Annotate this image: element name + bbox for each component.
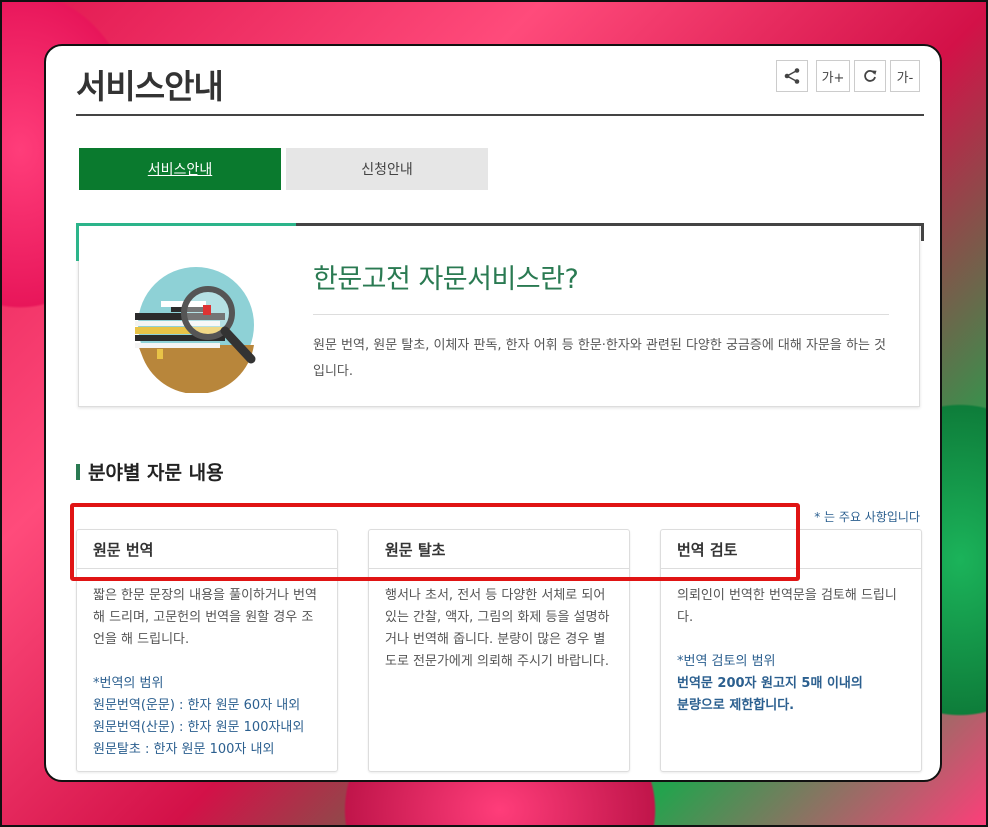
intro-description: 원문 번역, 원문 탈초, 이체자 판독, 한자 어휘 등 한문·한자와 관련된… [313, 338, 887, 379]
intro-top-border [296, 223, 924, 226]
title-divider [76, 114, 924, 116]
scope-line: 번역문 200자 원고지 5매 이내의 [677, 676, 863, 691]
field-card-transcription: 원문 탈초 행서나 초서, 전서 등 다양한 서체로 되어 있는 간찰, 액자,… [368, 529, 630, 772]
field-card-review: 번역 검토 의뢰인이 번역한 번역문을 검토해 드립니다. *번역 검토의 범위… [660, 529, 922, 772]
refresh-icon [864, 70, 877, 82]
share-icon [784, 68, 800, 84]
field-card-title: 원문 번역 [77, 530, 337, 569]
font-increase-button[interactable]: 가+ [816, 60, 850, 92]
section-title-text: 분야별 자문 내용 [88, 462, 224, 484]
page-title: 서비스안내 [76, 67, 224, 106]
intro-box: 한문고전 자문서비스란? 원문 번역, 원문 탈초, 이체자 판독, 한자 어휘… [76, 223, 924, 409]
tab-service-guide[interactable]: 서비스안내 [79, 148, 281, 190]
field-card-translation: 원문 번역 짧은 한문 문장의 내용을 풀이하거나 번역해 드리며, 고문헌의 … [76, 529, 338, 772]
font-decrease-button[interactable]: 가- [890, 60, 920, 92]
section-title: 분야별 자문 내용 [76, 458, 224, 485]
scope-line: 원문번역(산문) : 한자 원문 100자내외 [93, 720, 305, 735]
field-card-description: 짧은 한문 문장의 내용을 풀이하거나 번역해 드리며, 고문헌의 번역을 원할… [93, 588, 317, 647]
scope-line: 원문탈초 : 한자 원문 100자 내외 [93, 742, 275, 757]
field-card-body: 의뢰인이 번역한 번역문을 검토해 드립니다. *번역 검토의 범위 번역문 2… [661, 569, 921, 717]
scope-title: *번역 검토의 범위 [677, 654, 776, 669]
book-magnifier-icon [135, 267, 256, 393]
toolbar: 가+ 가- [776, 60, 920, 92]
field-card-title: 원문 탈초 [369, 530, 629, 569]
scope-line: 원문번역(운문) : 한자 원문 60자 내외 [93, 698, 301, 713]
intro-divider [313, 314, 889, 315]
refresh-button[interactable] [854, 60, 886, 92]
intro-left-accent [76, 223, 79, 261]
tab-application-guide[interactable]: 신청안내 [286, 148, 488, 190]
field-card-body: 짧은 한문 문장의 내용을 풀이하거나 번역해 드리며, 고문헌의 번역을 원할… [77, 569, 337, 761]
intro-accent-bar [76, 223, 296, 226]
intro-heading: 한문고전 자문서비스란? [313, 264, 579, 295]
section-marker [76, 463, 80, 480]
intro-right-accent [921, 223, 924, 241]
field-card-description: 의뢰인이 번역한 번역문을 검토해 드립니다. [677, 588, 897, 625]
share-button[interactable] [776, 60, 808, 92]
section-note: * 는 주요 사항입니다 [814, 510, 920, 524]
scope-line: 분량으로 제한합니다. [677, 698, 795, 713]
content-card: 서비스안내 가+ 가- 서비스안내 신청안내 한문고전 자문서비스란? 원문 번… [44, 44, 942, 782]
field-card-description: 행서나 초서, 전서 등 다양한 서체로 되어 있는 간찰, 액자, 그림의 화… [385, 588, 610, 669]
field-card-scope: *번역의 범위 원문번역(운문) : 한자 원문 60자 내외 원문번역(산문)… [93, 673, 323, 761]
field-card-title: 번역 검토 [661, 530, 921, 569]
scope-title: *번역의 범위 [93, 676, 164, 691]
field-card-body: 행서나 초서, 전서 등 다양한 서체로 되어 있는 간찰, 액자, 그림의 화… [369, 569, 629, 673]
field-card-scope: *번역 검토의 범위 번역문 200자 원고지 5매 이내의 분량으로 제한합니… [677, 651, 907, 717]
